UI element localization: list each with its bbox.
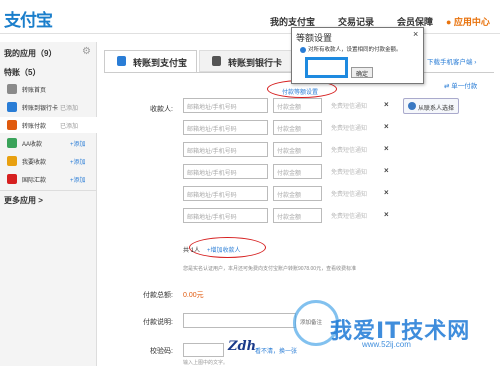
- payee-amount-input[interactable]: 付款金额: [273, 164, 322, 179]
- payee-count: 共 1人: [183, 248, 201, 254]
- sidebar-item-collect[interactable]: 我要收款 +添加: [0, 153, 97, 169]
- dialog-title: 等额设置: [296, 33, 333, 43]
- download-mobile-link[interactable]: 下载手机客户端 ›: [427, 56, 476, 66]
- add-app-link[interactable]: +添加: [70, 175, 86, 184]
- added-status: 已添加: [60, 124, 79, 130]
- delete-row-icon[interactable]: ×: [384, 166, 389, 175]
- payee-amount-input[interactable]: 付款金额: [273, 120, 322, 135]
- payee-amount-input[interactable]: 付款金额: [273, 186, 322, 201]
- added-status: 已添加: [60, 106, 79, 112]
- sms-notify-option[interactable]: 免费短信通知: [331, 186, 375, 201]
- choose-contacts-button[interactable]: 从联系人选择: [403, 98, 459, 114]
- sms-notify-option[interactable]: 免费短信通知: [331, 98, 375, 113]
- close-icon[interactable]: ×: [413, 29, 418, 39]
- tab-label: 转账到银行卡: [228, 58, 283, 68]
- equal-amount-setting-link[interactable]: 付款等额设置: [282, 87, 318, 96]
- delete-row-icon[interactable]: ×: [384, 210, 389, 219]
- payee-email-input[interactable]: 邮箱地址/手机号码: [183, 120, 268, 135]
- collect-icon: [7, 156, 17, 166]
- captcha-input[interactable]: [183, 343, 224, 357]
- payee-amount-input[interactable]: 付款金额: [273, 208, 322, 223]
- captcha-hint: 输入上图中的文字。: [183, 360, 229, 366]
- dialog-info: 对所有收款人，设置相同的付款金额。: [300, 45, 402, 53]
- delete-row-icon[interactable]: ×: [384, 122, 389, 131]
- payee-email-input[interactable]: 邮箱地址/手机号码: [183, 164, 268, 179]
- sidebar-item-transfer-pay[interactable]: 转账付款 已添加: [0, 117, 97, 133]
- single-payment-link[interactable]: ⇄ 单一付款: [444, 80, 477, 90]
- home-icon: [7, 84, 17, 94]
- sidebar-section-transfer: 特账（5）: [4, 68, 41, 77]
- quota-notice: 您是实名认证用户，本月还可免费向支付宝账户转账9078.00元，查看收费标准: [183, 266, 357, 272]
- tab-transfer-alipay[interactable]: 转账到支付宝: [104, 50, 197, 72]
- sidebar-divider: [0, 190, 97, 191]
- sidebar-item-label: 国际汇款: [22, 178, 47, 184]
- alipay-logo[interactable]: 支付宝: [4, 6, 53, 31]
- captcha-refresh-link[interactable]: 看不清，换一张: [255, 346, 297, 355]
- sidebar-item-label: 转账首页: [22, 88, 47, 94]
- sidebar-item-transfer-bank[interactable]: 转账到银行卡 已添加: [0, 99, 97, 115]
- bank-card-icon: [212, 56, 221, 66]
- gear-icon[interactable]: ⚙: [82, 46, 91, 57]
- delete-row-icon[interactable]: ×: [384, 100, 389, 109]
- tab-label: 转账到支付宝: [133, 58, 188, 68]
- add-app-link[interactable]: +添加: [70, 157, 86, 166]
- sidebar-item-transfer-home[interactable]: 转账首页: [0, 81, 97, 97]
- sidebar-title: 我的应用（9）: [4, 49, 57, 58]
- sidebar-item-label: AA收款: [22, 142, 43, 148]
- contacts-button-label: 从联系人选择: [418, 106, 455, 112]
- person-icon: [408, 102, 416, 110]
- globe-icon: [7, 174, 17, 184]
- equal-amount-input[interactable]: [305, 57, 348, 78]
- sidebar-item-label: 转账付款: [22, 124, 47, 130]
- sms-notify-option[interactable]: 免费短信通知: [331, 120, 375, 135]
- captcha-image: Zdh: [228, 339, 257, 354]
- total-amount-label: 付款总额:: [143, 292, 173, 299]
- payee-email-input[interactable]: 邮箱地址/手机号码: [183, 208, 268, 223]
- payee-email-input[interactable]: 邮箱地址/手机号码: [183, 98, 268, 113]
- confirm-button[interactable]: 确定: [351, 67, 373, 78]
- delete-row-icon[interactable]: ×: [384, 188, 389, 197]
- payee-email-input[interactable]: 邮箱地址/手机号码: [183, 186, 268, 201]
- sidebar-item-label: 转账到银行卡: [22, 106, 59, 112]
- sidebar-item-label: 我要收款: [22, 160, 47, 166]
- add-payee-link[interactable]: +增加收款人: [207, 245, 241, 254]
- watermark-url: www.52ij.com: [362, 340, 411, 349]
- total-amount-value: 0.00元: [183, 292, 204, 299]
- shield-icon: [117, 56, 126, 66]
- bank-card-icon: [7, 102, 17, 112]
- payee-email-input[interactable]: 邮箱地址/手机号码: [183, 142, 268, 157]
- payee-label: 收款人:: [150, 106, 173, 113]
- payment-desc-label: 付款说明:: [143, 319, 173, 326]
- header-divider: [0, 33, 500, 34]
- tab-transfer-bank[interactable]: 转账到银行卡: [199, 50, 295, 72]
- captcha-label: 校验码:: [150, 348, 173, 355]
- sms-notify-option[interactable]: 免费短信通知: [331, 208, 375, 223]
- delete-row-icon[interactable]: ×: [384, 144, 389, 153]
- payment-desc-input[interactable]: [183, 313, 296, 328]
- aa-icon: [7, 138, 17, 148]
- sms-notify-option[interactable]: 免费短信通知: [331, 142, 375, 157]
- add-app-link[interactable]: +添加: [70, 139, 86, 148]
- sidebar-item-aa-collect[interactable]: AA收款 +添加: [0, 135, 97, 151]
- sms-notify-option[interactable]: 免费短信通知: [331, 164, 375, 179]
- payee-amount-input[interactable]: 付款金额: [273, 142, 322, 157]
- payee-amount-input[interactable]: 付款金额: [273, 98, 322, 113]
- sidebar-item-intl-remit[interactable]: 国际汇款 +添加: [0, 171, 97, 187]
- transfer-icon: [7, 120, 17, 130]
- info-icon: [300, 46, 306, 53]
- sidebar-more-apps[interactable]: 更多应用 >: [4, 195, 43, 206]
- nav-app-center[interactable]: ● 应用中心: [446, 15, 490, 28]
